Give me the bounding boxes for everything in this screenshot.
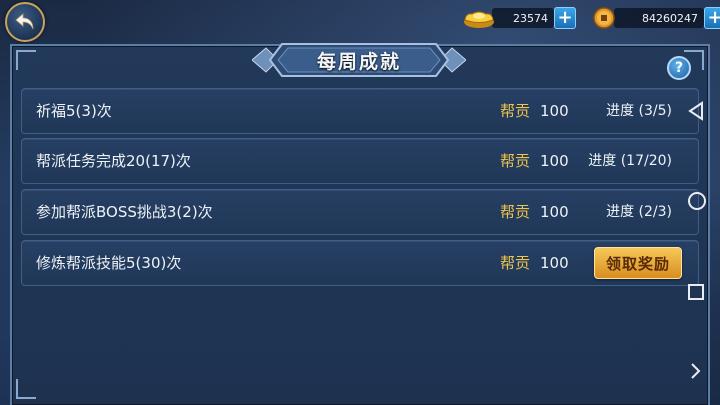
gold-amount: 23574 [492,8,554,28]
achievement-row: 修炼帮派技能5(30)次 帮贡 100 领取奖励 [21,240,699,286]
achievement-row: 参加帮派BOSS挑战3(2)次 帮贡 100 进度 (2/3) [21,189,699,235]
gold-ingot-icon [464,11,494,28]
add-coin-button[interactable]: + [704,7,720,29]
achievement-name: 帮派任务完成20(17)次 [36,152,191,170]
coin-amount: 84260247 [614,8,704,28]
progress-text: 进度 (2/3) [606,204,672,220]
help-button[interactable]: ? [667,56,691,80]
nav-recents-icon[interactable] [686,282,706,302]
title-plate: 每周成就 [252,40,466,80]
back-arrow-icon [15,13,34,30]
nav-expand-icon[interactable] [686,360,704,382]
progress-text: 进度 (17/20) [588,153,672,169]
add-gold-button[interactable]: + [554,7,576,29]
achievement-name: 修炼帮派技能5(30)次 [36,254,182,272]
achievement-name: 祈福5(3)次 [36,102,112,120]
page-title: 每周成就 [316,50,401,73]
achievement-row: 祈福5(3)次 帮贡 100 进度 (3/5) [21,88,699,134]
panel-corner-ornament [16,50,36,70]
panel-corner-ornament [16,379,36,399]
reward-amount: 100 [540,152,569,170]
reward-type-label: 帮贡 [500,254,531,272]
reward-type-label: 帮贡 [500,152,531,170]
reward-type-label: 帮贡 [500,102,531,120]
progress-text: 进度 (3/5) [606,103,672,119]
back-button[interactable] [5,2,45,42]
achievement-name: 参加帮派BOSS挑战3(2)次 [36,203,213,221]
nav-home-icon[interactable] [686,190,708,212]
claim-reward-button[interactable]: 领取奖励 [594,247,682,279]
nav-back-icon[interactable] [686,100,706,122]
reward-amount: 100 [540,254,569,272]
copper-coin-icon [593,7,615,29]
reward-amount: 100 [540,203,569,221]
reward-amount: 100 [540,102,569,120]
achievement-row: 帮派任务完成20(17)次 帮贡 100 进度 (17/20) [21,138,699,184]
reward-type-label: 帮贡 [500,203,531,221]
gold-currency: 23574 + [462,6,576,30]
coin-currency: 84260247 + [592,6,720,30]
